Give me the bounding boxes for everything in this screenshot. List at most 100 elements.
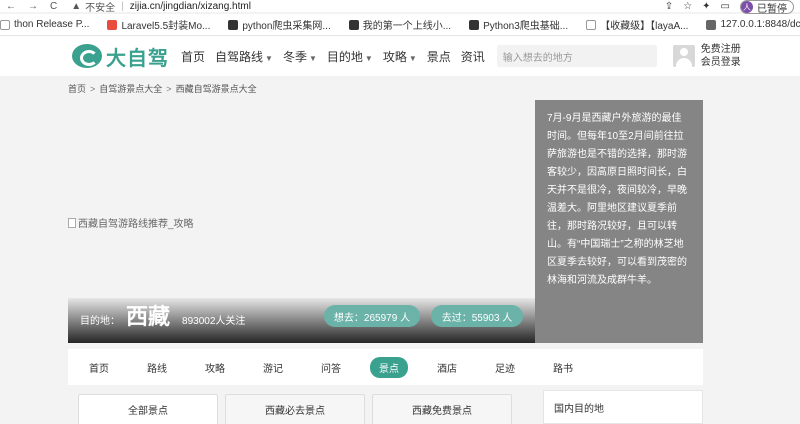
subtab-item[interactable]: 西藏必去景点 <box>225 394 365 424</box>
breadcrumb-item[interactable]: 首页 <box>68 84 86 94</box>
bookmark-item[interactable]: Python3爬虫基础... <box>469 17 568 32</box>
subtab-item[interactable]: 西藏免费景点 <box>372 394 512 424</box>
caret-down-icon: ▼ <box>265 53 273 63</box>
reload-icon[interactable]: C <box>50 1 57 12</box>
caret-down-icon: ▼ <box>364 53 373 63</box>
tab-item[interactable]: 足迹 <box>495 360 515 375</box>
user-avatar-icon[interactable] <box>672 45 695 67</box>
extensions-icon[interactable]: ✦ <box>702 1 710 12</box>
site-logo[interactable]: 大自驾 <box>72 42 169 71</box>
logo-mark-icon <box>72 44 102 68</box>
tab-item[interactable]: 景点 <box>370 356 408 378</box>
bookmark-label: Laravel5.5封装Mo... <box>121 21 211 32</box>
travel-tip-text: 7月-9月是西藏户外旅游的最佳时间。但每年10至2月间前往拉萨旅游也是不错的选择… <box>547 113 687 286</box>
bookmark-item[interactable]: 127.0.0.1:8848/dcl... <box>706 19 800 30</box>
nav-item[interactable]: 目的地 ▼ <box>327 48 373 65</box>
tab-item[interactable]: 游记 <box>263 360 283 375</box>
bookmark-item[interactable]: 我的第一个上线小... <box>348 17 452 32</box>
search-input[interactable]: 输入想去的地方 <box>496 45 657 67</box>
breadcrumb-item[interactable]: 西藏自驾游景点大全 <box>176 84 257 94</box>
bookmark-label: python爬虫采集网... <box>242 21 331 32</box>
bookmark-label: thon Release P... <box>14 19 90 30</box>
nav-item[interactable]: 自驾路线 ▼ <box>215 48 273 65</box>
nav-item-label: 目的地 <box>326 49 363 64</box>
register-link[interactable]: 免费注册 <box>701 43 741 56</box>
scenic-subtabs: 全部景点 西藏必去景点 西藏免费景点 <box>68 390 535 424</box>
c-icon <box>107 19 118 30</box>
globe-icon <box>706 19 717 30</box>
bookmark-label: 【收藏级】【layaA... <box>600 21 689 32</box>
bookmark-item[interactable]: Laravel5.5封装Mo... <box>107 17 210 32</box>
followers-count: 893002人关注 <box>182 316 246 327</box>
tab-item[interactable]: 攻略 <box>205 360 225 375</box>
site-header: 大自驾 首页 自驾路线 ▼ 冬季 ▼ 目的地 ▼ 攻略 ▼ 景点 资讯 输入想去的地方 免费注册 会… <box>0 36 800 76</box>
bookmark-label: Python3爬虫基础... <box>483 21 569 32</box>
hero-image-alt: 西藏自驾游路线推荐_攻略 <box>68 215 194 230</box>
bookmark-item[interactable]: thon Release P... <box>0 19 89 30</box>
want-go-button[interactable]: 想去：265979 人 <box>324 305 420 327</box>
tab-item[interactable]: 路线 <box>147 360 167 375</box>
doc-icon <box>586 19 597 30</box>
destination-info: 目的地： 西藏 893002人关注 <box>80 299 245 331</box>
paw-icon <box>228 19 239 30</box>
nav-item[interactable]: 攻略 ▼ <box>383 48 417 65</box>
star-icon[interactable]: ☆ <box>683 1 692 12</box>
bookmark-label: 127.0.0.1:8848/dcl... <box>720 19 800 30</box>
paw-icon <box>348 19 359 30</box>
profile-button[interactable]: 人 已暂停 <box>740 0 794 15</box>
nav-item-label: 景点 <box>426 49 451 64</box>
warning-icon[interactable]: ▲ <box>71 1 81 12</box>
breadcrumb-separator: > <box>90 84 96 94</box>
tab-item[interactable]: 酒店 <box>437 360 457 375</box>
tab-item[interactable]: 路书 <box>553 360 573 375</box>
destination-label: 目的地： <box>80 316 120 327</box>
destination-name: 西藏 <box>126 304 171 329</box>
bookmark-item[interactable]: 【收藏级】【layaA... <box>586 17 688 32</box>
broken-image-icon <box>68 217 76 228</box>
url-separator: | <box>121 0 124 12</box>
nav-item-label: 攻略 <box>382 49 407 64</box>
nav-item-label: 资讯 <box>460 49 485 64</box>
tab-item[interactable]: 首页 <box>89 360 109 375</box>
bookmark-item[interactable]: python爬虫采集网... <box>228 17 331 32</box>
share-icon[interactable]: ⇪ <box>665 1 673 12</box>
nav-item[interactable]: 冬季 ▼ <box>283 48 317 65</box>
bookmark-label: 我的第一个上线小... <box>362 21 452 32</box>
section-tabs: 首页 路线 攻略 游记 问答 景点 酒店 足迹 路书 <box>68 349 703 385</box>
domestic-destinations-box: 国内目的地 <box>543 390 703 424</box>
logo-text: 大自驾 <box>106 47 169 70</box>
address-field[interactable]: zijia.cn/jingdian/xizang.html <box>130 1 251 12</box>
doc-icon <box>0 19 10 30</box>
nav-item-label: 冬季 <box>282 49 307 64</box>
bookmarks-bar: thon Release P... Laravel5.5封装Mo... python… <box>0 14 800 36</box>
profile-avatar-icon: 人 <box>741 1 753 13</box>
user-area: 免费注册 会员登录 <box>672 43 741 69</box>
paw-icon <box>469 19 480 30</box>
insecure-label[interactable]: 不安全 <box>85 0 115 14</box>
nav-item[interactable]: 首页 <box>181 48 205 65</box>
user-links: 免费注册 会员登录 <box>701 43 741 69</box>
caret-down-icon: ▼ <box>308 53 317 63</box>
back-icon[interactable]: ← <box>6 1 16 12</box>
login-link[interactable]: 会员登录 <box>701 56 741 69</box>
breadcrumb-separator: > <box>166 84 172 94</box>
forward-icon[interactable]: → <box>28 1 38 12</box>
browser-actions: ⇪ ☆ ✦ ▭ 人 已暂停 <box>665 0 800 15</box>
nav-item-label: 自驾路线 <box>215 49 264 64</box>
travel-tip-box: 7月-9月是西藏户外旅游的最佳时间。但每年10至2月间前往拉萨旅游也是不错的选择… <box>535 100 703 343</box>
caret-down-icon: ▼ <box>408 53 417 63</box>
browser-url-bar: ← → C ▲ 不安全 | zijia.cn/jingdian/xizang.h… <box>0 0 800 15</box>
sidebar-icon[interactable]: ▭ <box>721 1 730 12</box>
main-nav: 首页 自驾路线 ▼ 冬季 ▼ 目的地 ▼ 攻略 ▼ 景点 资讯 <box>181 48 485 65</box>
breadcrumb-item[interactable]: 自驾游景点大全 <box>99 84 162 94</box>
tab-item[interactable]: 问答 <box>321 360 341 375</box>
paused-label: 已暂停 <box>757 3 787 15</box>
nav-item[interactable]: 景点 <box>427 48 451 65</box>
hero-banner: 西藏自驾游路线推荐_攻略 目的地： 西藏 893002人关注 想去：265979… <box>68 100 535 343</box>
subtab-item[interactable]: 全部景点 <box>78 394 218 424</box>
sidebox-title: 国内目的地 <box>554 404 604 415</box>
nav-item[interactable]: 资讯 <box>461 48 485 65</box>
browser-nav: ← → C <box>0 1 57 12</box>
hero-image-alt-text: 西藏自驾游路线推荐_攻略 <box>78 219 194 230</box>
been-button[interactable]: 去过：55903 人 <box>431 305 523 327</box>
